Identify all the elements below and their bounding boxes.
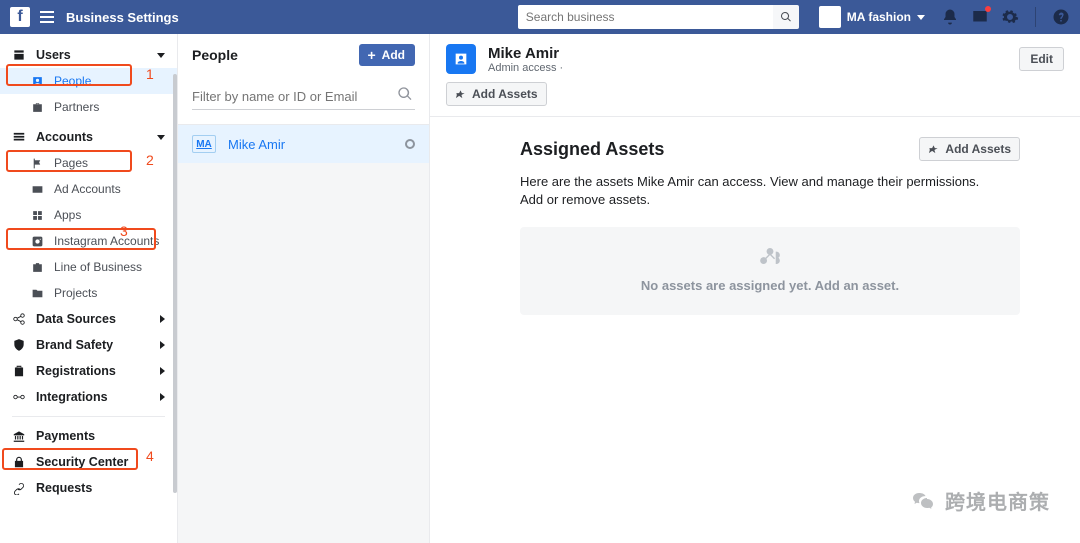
assets-icon [928, 144, 939, 155]
search-box [518, 5, 799, 29]
divider [1035, 7, 1036, 27]
sidebar-section-accounts[interactable]: Accounts [0, 124, 177, 150]
inbox-icon[interactable] [971, 8, 989, 26]
chevron-right-icon [160, 393, 165, 401]
search-icon [780, 11, 792, 23]
sidebar-section-integrations[interactable]: Integrations [0, 384, 177, 410]
sidebar-item-people[interactable]: People [0, 68, 177, 94]
top-bar: f Business Settings MA fashion [0, 0, 1080, 34]
business-picker[interactable]: MA fashion [811, 4, 933, 30]
filter-row [178, 78, 429, 125]
flag-icon [30, 156, 44, 170]
shield-icon [12, 338, 26, 352]
sidebar-section-payments[interactable]: Payments [0, 423, 177, 449]
badge-dot-icon [985, 6, 991, 12]
user-badge-icon [446, 44, 476, 74]
chevron-right-icon [160, 367, 165, 375]
watermark-text: 跨境电商策 [945, 486, 1050, 515]
sidebar-item-instagram[interactable]: Instagram Accounts [0, 228, 177, 254]
briefcase-icon [30, 100, 44, 114]
assets-icon [455, 89, 466, 100]
search-button[interactable] [773, 5, 799, 29]
folder-icon [30, 286, 44, 300]
notifications-icon[interactable] [941, 8, 959, 26]
search-input[interactable] [518, 5, 773, 29]
add-assets-button-secondary[interactable]: Add Assets [919, 137, 1020, 161]
top-icon-row [941, 7, 1070, 27]
person-name: Mike Amir [228, 137, 393, 152]
selection-indicator-icon [405, 139, 415, 149]
detail-name: Mike Amir [488, 45, 563, 62]
empty-assets-icon [756, 245, 784, 267]
chevron-down-icon [157, 135, 165, 140]
chevron-down-icon [157, 53, 165, 58]
assigned-assets-heading: Assigned Assets [520, 139, 664, 160]
search-icon [397, 86, 413, 102]
briefcase-icon [30, 260, 44, 274]
integrations-icon [12, 390, 26, 404]
chevron-right-icon [160, 315, 165, 323]
sidebar-section-users[interactable]: Users [0, 42, 177, 68]
person-avatar-initials: MA [192, 135, 216, 153]
chevron-right-icon [160, 341, 165, 349]
detail-role: Admin access · [488, 62, 563, 74]
people-column: People + Add MA Mike Amir 3 [178, 34, 430, 543]
settings-icon[interactable] [1001, 8, 1019, 26]
wechat-icon [909, 489, 937, 513]
accounts-icon [12, 130, 26, 144]
sidebar-item-apps[interactable]: Apps [0, 202, 177, 228]
filter-input[interactable] [192, 86, 415, 110]
business-name: MA fashion [847, 10, 911, 24]
business-avatar-icon [819, 6, 841, 28]
sidebar-item-pages[interactable]: Pages [0, 150, 177, 176]
clipboard-icon [12, 364, 26, 378]
add-assets-button[interactable]: Add Assets [446, 82, 547, 106]
sidebar-section-data-sources[interactable]: Data Sources [0, 306, 177, 332]
edit-button[interactable]: Edit [1019, 47, 1064, 71]
sidebar-section-registrations[interactable]: Registrations [0, 358, 177, 384]
sidebar-section-brand-safety[interactable]: Brand Safety [0, 332, 177, 358]
add-person-button[interactable]: + Add [359, 44, 415, 66]
detail-actions: Add Assets [430, 82, 1080, 117]
share-icon [12, 312, 26, 326]
detail-panel: Mike Amir Admin access · Edit Add Assets… [430, 34, 1080, 543]
sidebar-section-security[interactable]: Security Center [0, 449, 177, 475]
sidebar-item-partners[interactable]: Partners [0, 94, 177, 120]
facebook-logo-icon[interactable]: f [10, 7, 30, 27]
bank-icon [12, 429, 26, 443]
plus-icon: + [367, 48, 375, 62]
people-heading: People [192, 47, 238, 63]
lock-icon [12, 455, 26, 469]
sidebar-item-lob[interactable]: Line of Business [0, 254, 177, 280]
card-icon [30, 182, 44, 196]
person-icon [30, 74, 44, 88]
detail-header: Mike Amir Admin access · Edit [430, 34, 1080, 82]
watermark: 跨境电商策 [909, 486, 1050, 515]
assigned-assets-description: Here are the assets Mike Amir can access… [520, 173, 990, 209]
apps-icon [30, 208, 44, 222]
divider [12, 416, 165, 417]
people-header: People + Add [178, 34, 429, 78]
menu-icon[interactable] [40, 11, 54, 23]
left-sidebar: Users People Partners Accounts Pages [0, 34, 178, 543]
caret-down-icon [917, 15, 925, 20]
sidebar-item-projects[interactable]: Projects [0, 280, 177, 306]
page-title: Business Settings [66, 10, 179, 25]
empty-state-message: No assets are assigned yet. Add an asset… [530, 278, 1010, 293]
sidebar-item-ad-accounts[interactable]: Ad Accounts [0, 176, 177, 202]
instagram-icon [30, 234, 44, 248]
empty-state: No assets are assigned yet. Add an asset… [520, 227, 1020, 315]
user-icon [12, 48, 26, 62]
help-icon[interactable] [1052, 8, 1070, 26]
assigned-assets-section: Assigned Assets Add Assets Here are the … [430, 117, 1080, 335]
link-icon [12, 481, 26, 495]
person-row[interactable]: MA Mike Amir [178, 125, 429, 163]
sidebar-section-requests[interactable]: Requests [0, 475, 177, 501]
